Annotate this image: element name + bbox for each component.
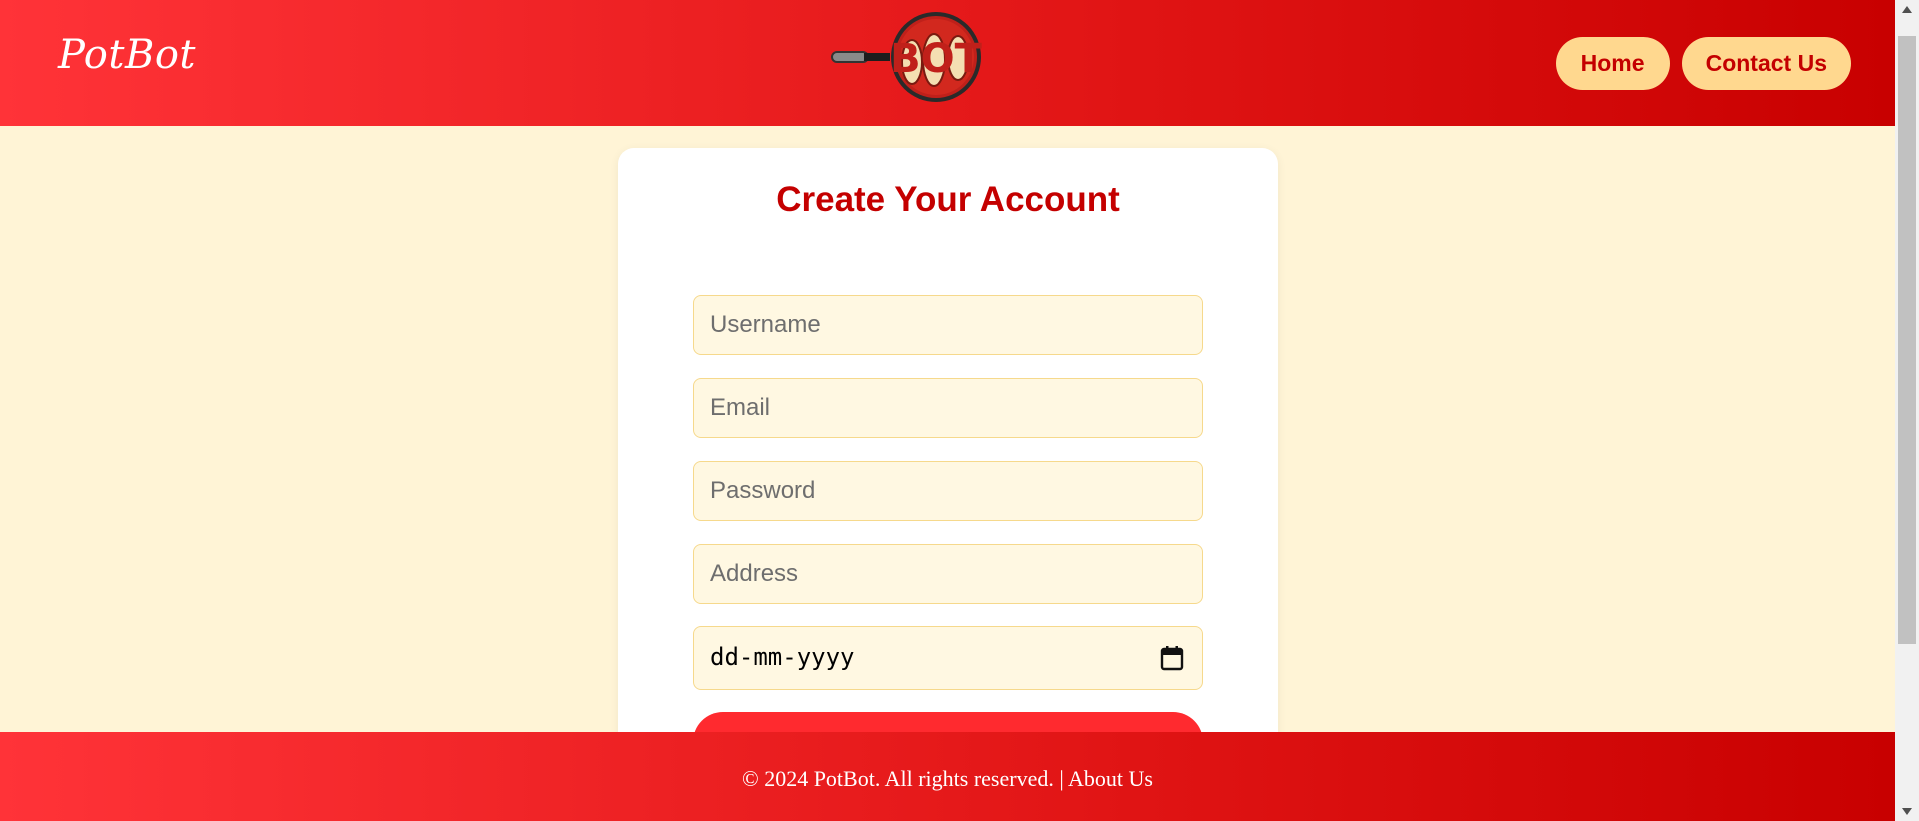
- footer-copyright: © 2024 PotBot. All rights reserved. |: [741, 766, 1069, 791]
- birthdate-input[interactable]: dd-mm-yyyy: [693, 626, 1203, 690]
- scroll-down-arrow-icon[interactable]: [1902, 808, 1912, 815]
- top-nav: Home Contact Us: [1555, 37, 1851, 90]
- contact-us-button[interactable]: Contact Us: [1681, 37, 1851, 90]
- footer: © 2024 PotBot. All rights reserved. | Ab…: [0, 732, 1895, 821]
- vertical-scrollbar[interactable]: [1895, 0, 1919, 821]
- address-input[interactable]: [693, 544, 1203, 604]
- signup-card: Create Your Account dd-mm-yyyy: [618, 148, 1278, 821]
- header: PotBot BOT Home Contact Us: [0, 0, 1895, 126]
- scroll-up-arrow-icon[interactable]: [1902, 6, 1912, 13]
- date-placeholder: dd-mm-yyyy: [710, 643, 855, 671]
- password-input[interactable]: [693, 461, 1203, 521]
- logo-text: BOT: [890, 36, 982, 82]
- home-button[interactable]: Home: [1555, 37, 1670, 90]
- frying-pan-logo-icon[interactable]: BOT: [830, 10, 984, 106]
- scrollbar-thumb[interactable]: [1898, 36, 1916, 644]
- page: PotBot BOT Home Contact Us Create Your A…: [0, 0, 1895, 821]
- calendar-icon[interactable]: [1160, 645, 1184, 671]
- page-title: Create Your Account: [776, 180, 1120, 219]
- email-input[interactable]: [693, 378, 1203, 438]
- brand-logo-text[interactable]: PotBot: [58, 32, 196, 78]
- about-us-link[interactable]: About Us: [1068, 766, 1153, 791]
- username-input[interactable]: [693, 295, 1203, 355]
